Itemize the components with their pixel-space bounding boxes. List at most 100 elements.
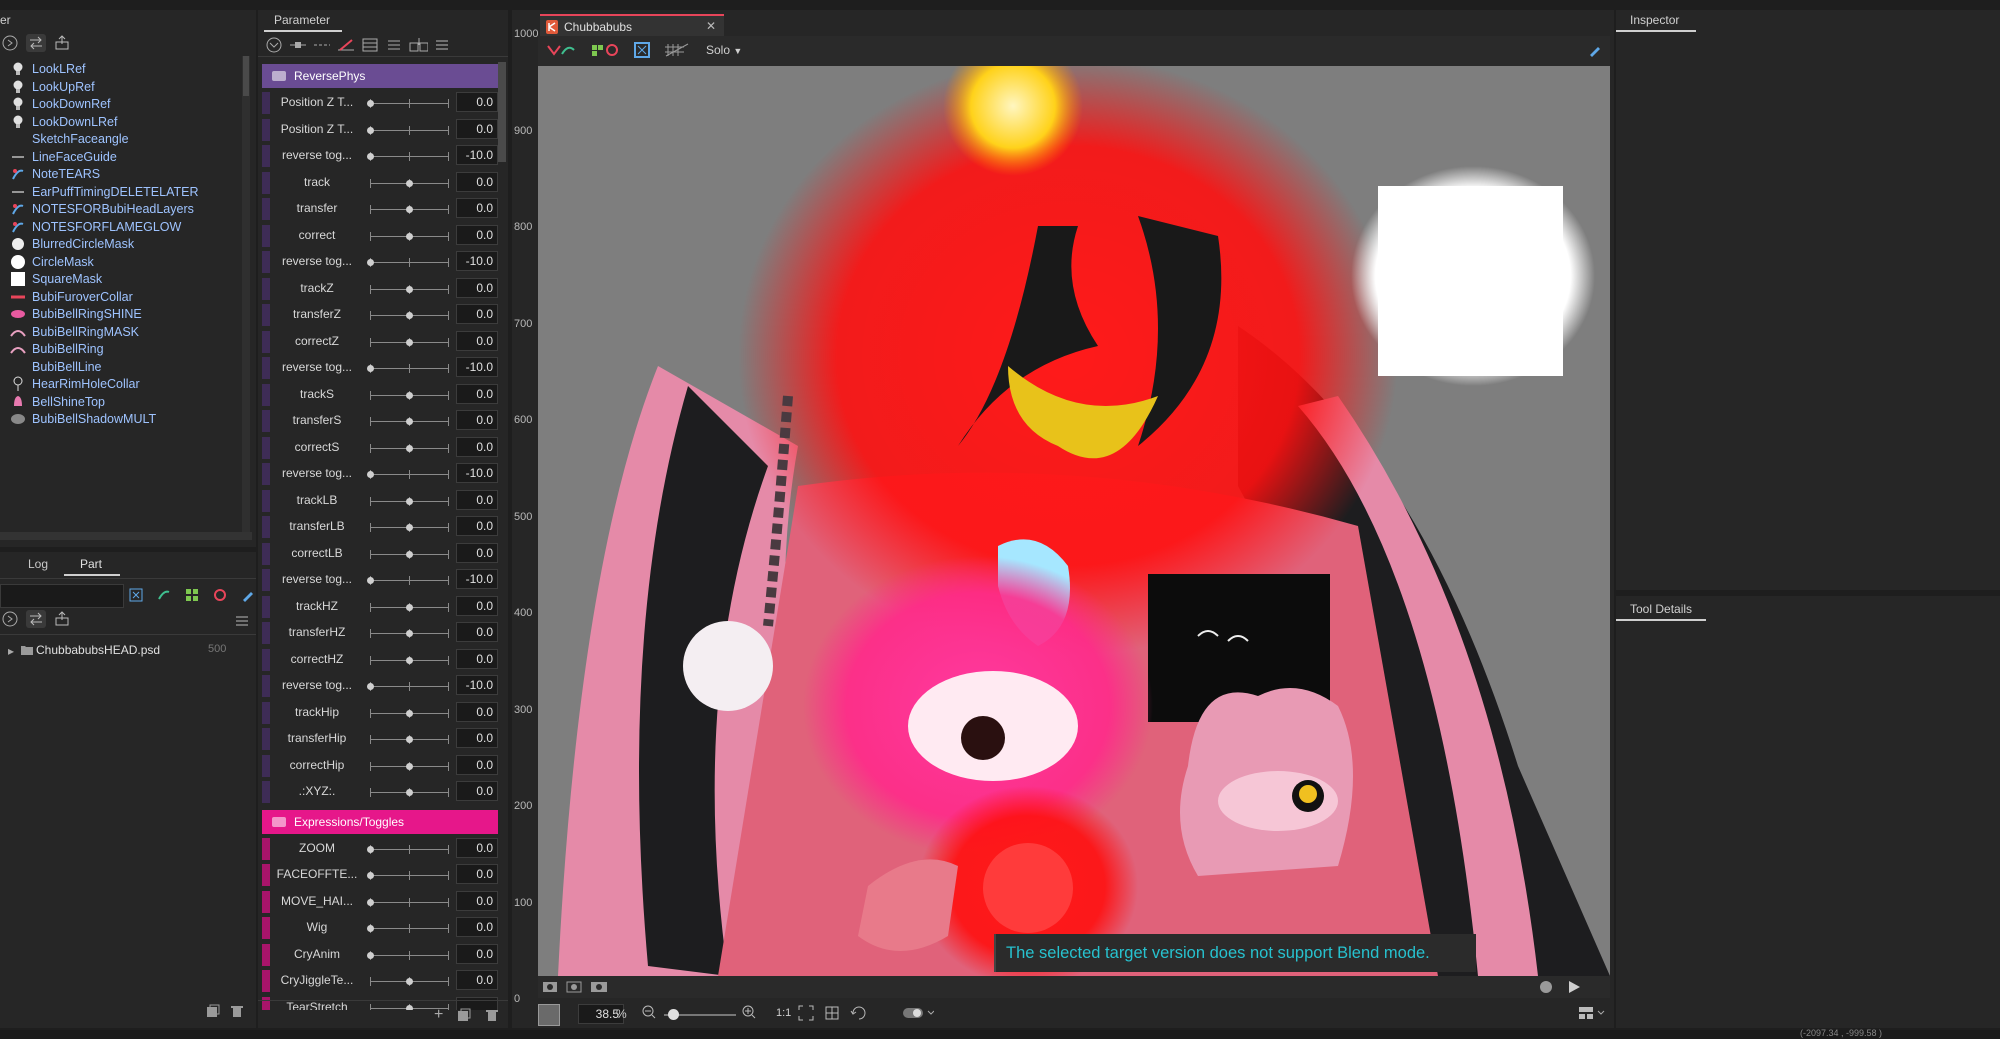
parameter-key-strip[interactable] [262,277,270,300]
parameter-slider-knob[interactable] [406,444,413,452]
parameter-value-input[interactable]: 0.0 [456,410,498,430]
parameter-key-strip[interactable] [262,171,270,194]
tab-chubbabubs[interactable]: Chubbabubs ✕ [540,14,724,38]
table-icon[interactable] [360,36,380,54]
parameter-key-strip[interactable] [262,864,270,886]
parameter-slider[interactable] [370,443,449,453]
parameter-slider-knob[interactable] [406,550,413,558]
trash-icon[interactable] [485,1008,499,1022]
swap-arrows-icon[interactable] [26,34,46,52]
parameter-key-strip[interactable] [262,198,270,220]
parameter-key-strip[interactable] [262,890,270,913]
parameter-slider-knob[interactable] [406,630,413,637]
parameter-slider[interactable] [367,924,449,933]
new-folder-icon[interactable] [457,1008,471,1022]
parameter-slider[interactable] [367,871,449,880]
parameter-slider-knob[interactable] [406,1004,413,1010]
parameter-value-input[interactable]: 0.0 [456,943,498,964]
parameter-slider[interactable] [367,125,449,135]
layer-hscrollbar[interactable] [0,532,252,540]
menu-icon[interactable] [432,36,452,54]
play-icon[interactable] [1566,979,1582,995]
parameter-value-input[interactable]: -10.0 [456,251,498,271]
parameter-value-input[interactable]: 0.0 [456,970,498,990]
parameter-value-input[interactable]: 0.0 [456,542,498,563]
deformer-tools-icon[interactable] [546,42,576,58]
parameter-slider[interactable] [367,470,449,479]
grid-target-icon[interactable] [126,586,146,604]
parameter-key-strip[interactable] [262,542,270,565]
parameter-value-input[interactable]: 0.0 [456,224,498,245]
parameter-slider-knob[interactable] [406,736,413,743]
parameter-key-strip[interactable] [262,701,270,724]
parameter-key-strip[interactable] [262,516,270,538]
parameter-key-strip[interactable] [262,118,270,141]
parameter-value-input[interactable]: 0.0 [456,595,498,616]
parameter-value-input[interactable]: -10.0 [456,463,498,483]
zoom-in-icon[interactable] [742,1005,756,1019]
parameter-slider[interactable] [370,205,449,214]
display-options-icon[interactable] [1578,1006,1608,1020]
parameter-key-strip[interactable] [262,224,270,247]
link-keys-icon[interactable] [288,36,308,54]
camera-settings-icon[interactable] [566,979,582,993]
grid-icon[interactable] [664,42,692,58]
parameter-value-input[interactable]: 0.0 [456,516,498,536]
parameter-slider-knob[interactable] [367,925,374,932]
trash-icon[interactable] [230,1004,244,1018]
delete-key-icon[interactable] [336,36,356,54]
pin-icon[interactable] [1588,43,1602,57]
toggle-icon[interactable] [902,1006,934,1020]
blend-shape-icon[interactable] [408,36,428,54]
expand-arrow-icon[interactable]: ▸ [8,644,14,658]
parameter-key-strip[interactable] [262,251,270,273]
parameter-key-strip[interactable] [262,383,270,406]
zoom-slider[interactable] [664,1009,736,1020]
parameter-slider[interactable] [370,178,449,188]
parameter-slider-knob[interactable] [367,100,374,107]
parameter-value-input[interactable]: -10.0 [456,569,498,589]
parameter-slider-knob[interactable] [367,153,374,160]
parameter-slider-knob[interactable] [367,365,374,372]
parameter-value-input[interactable]: 0.0 [456,701,498,722]
part-search-input[interactable] [0,584,124,608]
new-folder-icon[interactable] [206,1004,220,1018]
parameter-slider-knob[interactable] [406,338,413,346]
parameter-key-strip[interactable] [262,145,270,167]
parameter-value-input[interactable]: 0.0 [456,171,498,192]
circle-arrow-icon[interactable] [0,610,20,628]
pen-icon[interactable] [238,586,258,604]
parameter-slider-knob[interactable] [406,603,413,611]
parameter-slider[interactable] [370,629,449,638]
screenshot-icon[interactable] [590,979,608,993]
parameter-key-strip[interactable] [262,330,270,353]
parameter-key-strip[interactable] [262,728,270,750]
parameter-slider[interactable] [367,576,449,585]
parameter-value-input[interactable]: 0.0 [456,198,498,218]
zoom-slider-knob[interactable] [667,1009,679,1020]
canvas-artwork[interactable]: The selected target version does not sup… [538,66,1610,976]
parameter-slider-knob[interactable] [367,898,374,906]
parameter-slider-knob[interactable] [406,206,413,213]
parameter-key-strip[interactable] [262,92,270,114]
parameter-slider-knob[interactable] [367,872,374,879]
parameter-slider[interactable] [367,99,449,108]
parameter-slider-knob[interactable] [367,683,374,690]
parameter-value-input[interactable]: 0.0 [456,917,498,937]
parameter-slider-knob[interactable] [406,418,413,425]
parameter-slider[interactable] [370,549,449,559]
red-rotate-icon[interactable] [210,586,230,604]
parameter-value-input[interactable]: -10.0 [456,145,498,165]
parameter-slider-knob[interactable] [367,471,374,478]
parameter-value-input[interactable]: 0.0 [456,648,498,669]
parameter-slider[interactable] [367,844,449,854]
parameter-value-input[interactable]: 0.0 [456,304,498,324]
parameter-slider-knob[interactable] [406,524,413,531]
green-blocks-icon[interactable] [182,586,202,604]
parameter-key-strip[interactable] [262,622,270,644]
parameter-slider[interactable] [370,602,449,612]
close-icon[interactable]: ✕ [706,19,716,33]
parameter-slider[interactable] [367,950,449,960]
parameter-slider[interactable] [367,364,449,373]
color-swatch[interactable] [538,1004,560,1026]
